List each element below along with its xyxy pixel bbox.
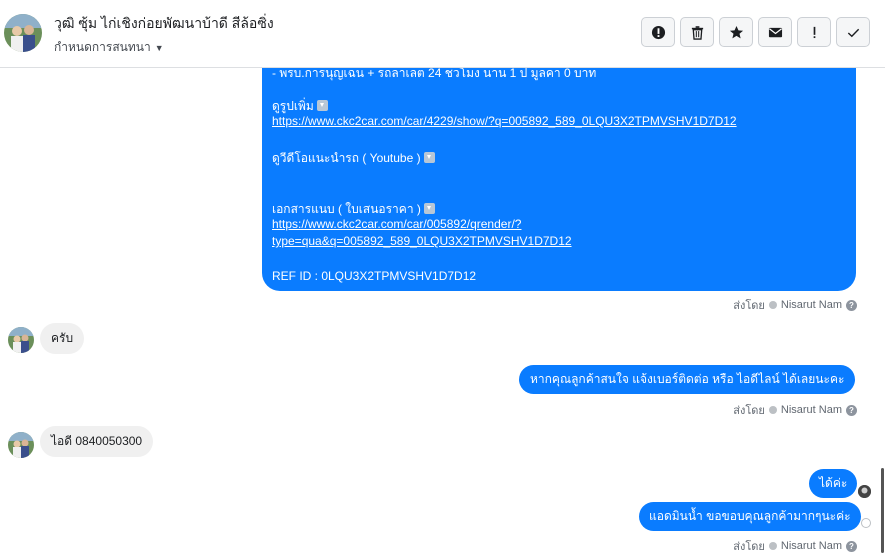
customer-avatar[interactable] [8,327,34,353]
video-label: ดูวีดีโอแนะนำรถ ( Youtube ) [272,149,435,168]
sent-by-prefix: ส่งโดย [733,541,765,553]
video-label-text: ดูวีดีโอแนะนำรถ ( Youtube ) [272,151,421,165]
sent-by-label: ส่งโดย Nisarut Nam? [733,296,857,314]
outgoing-message-details: - พรบ.การนุญเฉน + รถลาเลต 24 ชวโมง นาน 1… [262,40,856,291]
ref-id: REF ID : 0LQU3X2TPMVSHV1D7D12 [272,269,477,283]
outgoing-message: ได้ค่ะ [809,469,858,498]
exclamation-icon [813,26,815,38]
document-link-line-1[interactable]: https://www.ckc2car.com/car/005892/qrend… [272,217,521,231]
contact-name[interactable]: วุฒิ ซุ้ม ไก่เชิงก่อยพัฒนาบ้าดี สีล้อซิ่… [54,13,274,35]
agent-dot-icon [768,406,777,414]
agent-dot-icon [768,301,777,309]
sent-by-label: ส่งโดย Nisarut Nam? [733,401,857,419]
action-toolbar [641,17,870,47]
alert-circle-icon [651,25,665,39]
delete-button[interactable] [680,17,714,47]
sent-by-name: Nisarut Nam [780,540,842,552]
photos-label-text: ดูรูปเพิ่ม [272,99,314,113]
sent-by-prefix: ส่งโดย [733,300,765,312]
assign-label: กำหนดการสนทนา [54,40,151,54]
conversation-header: วุฒิ ซุ้ม ไก่เชิงก่อยพัฒนาบ้าดี สีล้อซิ่… [0,0,885,68]
down-arrow-icon [423,152,435,163]
outgoing-message: หากคุณลูกค้าสนใจ แจ้งเบอร์ติดต่อ หรือ ไอ… [519,365,856,394]
agent-dot-icon [768,542,777,550]
spam-button[interactable] [641,17,675,47]
document-link-line-2[interactable]: type=qua&q=005892_589_0LQU3X2TPMVSHV1D7D… [272,234,572,248]
sent-by-name: Nisarut Nam [780,299,842,311]
sent-by-prefix: ส่งโดย [733,405,765,417]
scrollbar-thumb[interactable] [881,468,884,553]
incoming-message: ครับ [40,323,85,354]
help-icon[interactable]: ? [846,540,857,552]
document-label-text: เอกสารแนบ ( ใบเสนอราคา ) [272,202,421,216]
caret-down-icon: ▼ [154,42,164,53]
seen-avatar [858,485,871,498]
customer-avatar[interactable] [8,432,34,458]
sent-by-label: ส่งโดย Nisarut Nam? [733,537,857,555]
follow-up-button[interactable] [797,17,831,47]
sent-status-icon [861,518,871,528]
chat-window: วุฒิ ซุ้ม ไก่เชิงก่อยพัฒนาบ้าดี สีล้อซิ่… [0,0,885,555]
star-button[interactable] [719,17,753,47]
assign-conversation-dropdown[interactable]: กำหนดการสนทนา ▼ [54,38,164,57]
envelope-icon [768,27,782,37]
photos-link[interactable]: https://www.ckc2car.com/car/4229/show/?q… [272,114,737,128]
outgoing-message: แอดมินน้ำ ขอขอบคุณลูกค้ามากๆนะค่ะ [639,502,861,531]
help-icon[interactable]: ? [846,299,857,311]
star-icon [729,25,743,38]
mark-unread-button[interactable] [758,17,792,47]
help-icon[interactable]: ? [846,404,857,416]
contact-avatar[interactable] [4,14,42,52]
incoming-message: ไอดี 0840050300 [40,426,154,457]
down-arrow-icon [423,203,435,214]
mark-done-button[interactable] [836,17,870,47]
trash-icon [691,25,703,40]
check-icon [847,28,859,37]
down-arrow-icon [316,100,328,111]
sent-by-name: Nisarut Nam [780,404,842,416]
